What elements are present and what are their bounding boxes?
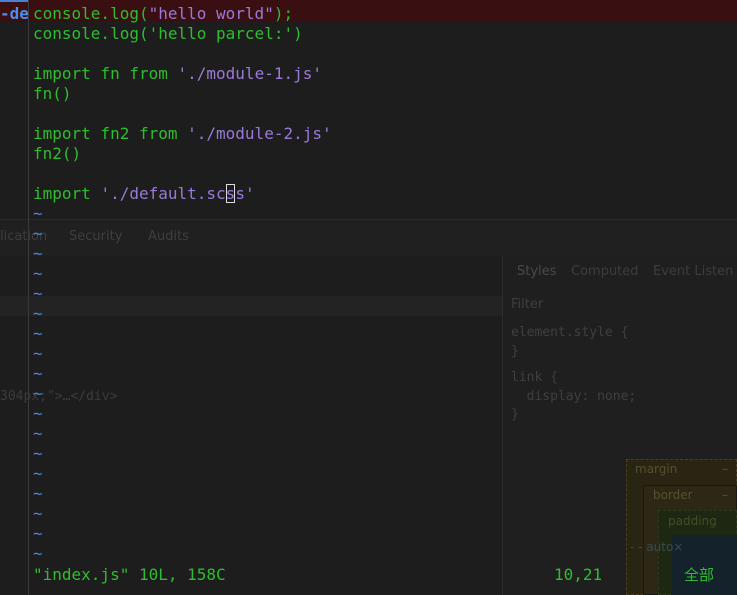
tilde-marker: ~ [33, 244, 43, 263]
gutter-separator [28, 0, 29, 595]
terminal-window: lication Security Audits 304px;">…</div>… [0, 0, 737, 595]
code-token: ) [293, 24, 303, 43]
tilde-marker: ~ [33, 524, 43, 543]
code-token: './module-2.js' [187, 124, 332, 143]
code-line[interactable]: console.log("hello world"); [33, 4, 293, 24]
devtools-breadcrumb: 304px;">…</div> [0, 389, 118, 404]
devtools-tab-audits: Audits [148, 229, 189, 244]
tilde-marker: ~ [33, 484, 43, 503]
code-token: import fn2 from [33, 124, 188, 143]
code-line[interactable]: fn2() [33, 144, 81, 164]
element-style-rule: element.style { [511, 325, 629, 340]
tilde-marker: ~ [33, 384, 43, 403]
code-token: ); [273, 4, 294, 23]
status-cursor-position: 10,21 [554, 565, 603, 584]
status-scroll-indicator: 全部 [684, 566, 715, 584]
code-line[interactable]: import './default.scss' [33, 184, 255, 204]
code-token: './default.sc [100, 184, 226, 203]
code-token: './module-1.js' [177, 64, 323, 83]
devtools-tab-security: Security [69, 229, 123, 244]
tilde-marker: ~ [33, 324, 43, 343]
box-model-margin-label: margin [635, 462, 678, 476]
tilde-marker: ~ [33, 224, 43, 243]
code-token: import [33, 184, 101, 203]
tab-underline [0, 0, 28, 2]
tilde-marker: ~ [33, 264, 43, 283]
tilde-marker: ~ [33, 304, 43, 323]
tilde-marker: ~ [33, 284, 43, 303]
devtools-selected-row [0, 296, 502, 316]
code-token: 'hello parcel:' [148, 24, 294, 43]
link-rule-close: } [511, 407, 519, 422]
tilde-marker: ~ [33, 464, 43, 483]
code-line[interactable]: import fn from './module-1.js' [33, 64, 322, 84]
computed-tab: Computed [571, 264, 639, 279]
box-model-content-label: - - auto× [630, 540, 684, 554]
link-rule-selector: link { [511, 370, 558, 385]
tilde-marker: ~ [33, 444, 43, 463]
tilde-marker: ~ [33, 204, 43, 223]
code-token: console.log( [33, 4, 149, 23]
background-devtools: lication Security Audits 304px;">…</div>… [0, 0, 737, 595]
code-token: fn2() [33, 144, 82, 163]
styles-filter: Filter [511, 297, 544, 312]
vim-tab-label[interactable]: -de [0, 4, 29, 23]
text-cursor: s [225, 184, 236, 203]
code-token: s' [235, 184, 255, 203]
element-style-close: } [511, 344, 519, 359]
tilde-marker: ~ [33, 504, 43, 523]
code-token: "hello world" [148, 4, 274, 23]
tilde-marker: ~ [33, 424, 43, 443]
box-model-border-dash: – [722, 488, 728, 502]
code-line[interactable]: import fn2 from './module-2.js' [33, 124, 332, 144]
code-line[interactable]: fn() [33, 84, 72, 104]
box-model-border-label: border [653, 488, 693, 502]
box-model-margin-dash: – [722, 462, 728, 476]
status-file-info: "index.js" 10L, 158C [33, 565, 226, 584]
link-rule-declaration: display: none; [511, 389, 637, 404]
tilde-marker: ~ [33, 364, 43, 383]
code-line[interactable]: console.log('hello parcel:') [33, 24, 303, 44]
tilde-marker: ~ [33, 344, 43, 363]
code-token: fn() [33, 84, 72, 103]
box-model-padding-label: padding [668, 514, 717, 528]
tilde-marker: ~ [33, 544, 43, 563]
tilde-marker: ~ [33, 404, 43, 423]
styles-tab: Styles [517, 264, 557, 279]
code-token: console.log( [33, 24, 149, 43]
code-token: import fn from [33, 64, 178, 83]
event-listeners-tab: Event Listen [653, 264, 734, 279]
